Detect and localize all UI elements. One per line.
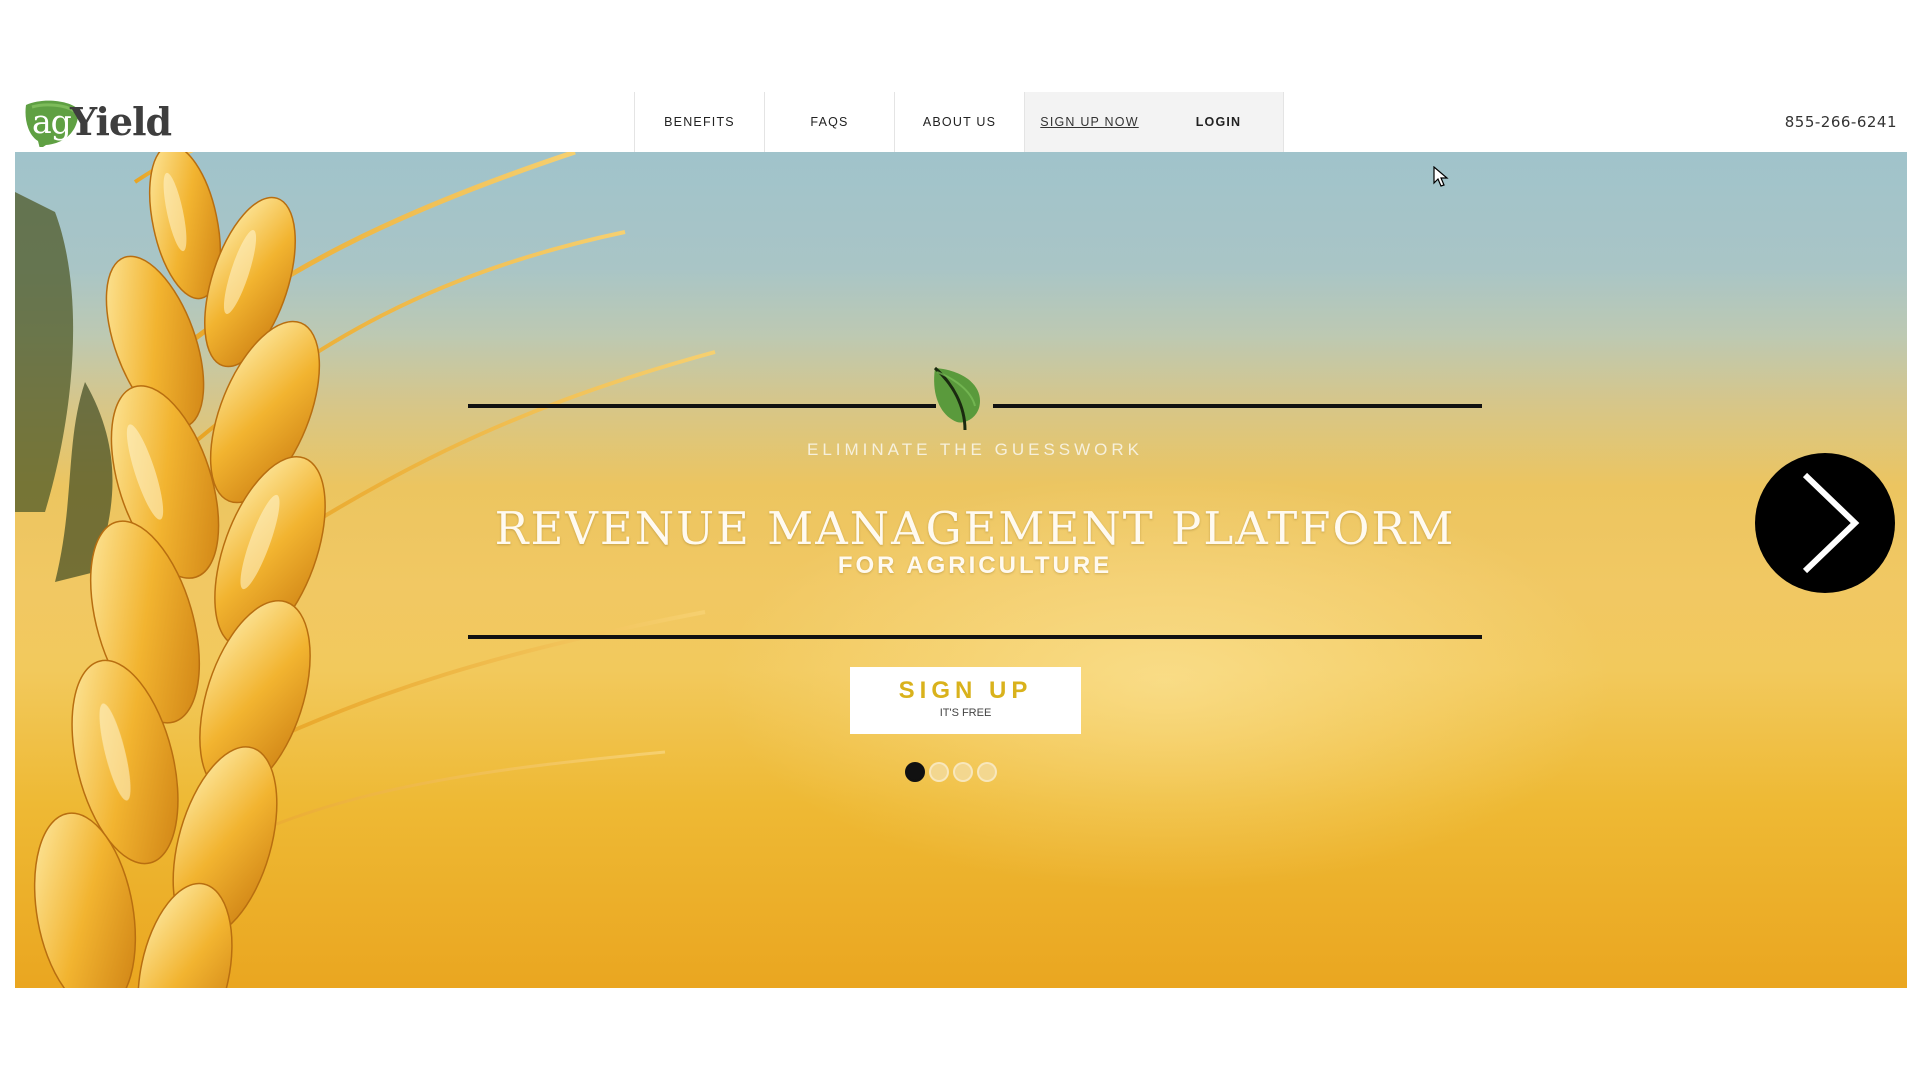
site-header: ag Yield BENEFITS FAQS ABOUT US SIGN UP …: [0, 92, 1920, 152]
slider-pagination: [905, 762, 997, 784]
next-slide-button[interactable]: [1755, 453, 1895, 593]
nav-benefits[interactable]: BENEFITS: [634, 92, 764, 152]
chevron-right-icon: [1802, 472, 1860, 574]
hero-divider-top-left: [468, 404, 936, 408]
nav-login[interactable]: LOGIN: [1154, 92, 1284, 152]
nav-about-us[interactable]: ABOUT US: [894, 92, 1024, 152]
main-nav: BENEFITS FAQS ABOUT US SIGN UP NOW LOGIN: [634, 92, 1284, 152]
phone-number[interactable]: 855-266-6241: [1785, 113, 1897, 131]
leaf-icon: [934, 366, 980, 430]
logo-yield-text: Yield: [70, 99, 172, 144]
slide-dot-2[interactable]: [929, 762, 949, 782]
sign-up-button[interactable]: SIGN UP IT'S FREE: [850, 667, 1081, 734]
slide-dot-3[interactable]: [953, 762, 973, 782]
hero-headline: REVENUE MANAGEMENT PLATFORM: [494, 502, 1456, 555]
hero-tagline: ELIMINATE THE GUESSWORK: [806, 440, 1144, 459]
mouse-cursor-icon: [1433, 166, 1449, 187]
slide-dot-4[interactable]: [977, 762, 997, 782]
sign-up-sublabel: IT'S FREE: [939, 707, 992, 719]
hero-subheadline: FOR AGRICULTURE: [837, 552, 1113, 579]
logo-ag-text: ag: [32, 102, 72, 141]
agyield-logo[interactable]: ag Yield: [24, 96, 172, 150]
nav-faqs[interactable]: FAQS: [764, 92, 894, 152]
hero-divider-bottom: [468, 635, 1482, 639]
sign-up-label: SIGN UP: [898, 677, 1033, 704]
hero-divider-top-right: [993, 404, 1482, 408]
hero-slider: ELIMINATE THE GUESSWORK REVENUE MANAGEME…: [15, 152, 1907, 988]
nav-sign-up-now[interactable]: SIGN UP NOW: [1024, 92, 1154, 152]
slide-dot-1[interactable]: [905, 762, 925, 782]
